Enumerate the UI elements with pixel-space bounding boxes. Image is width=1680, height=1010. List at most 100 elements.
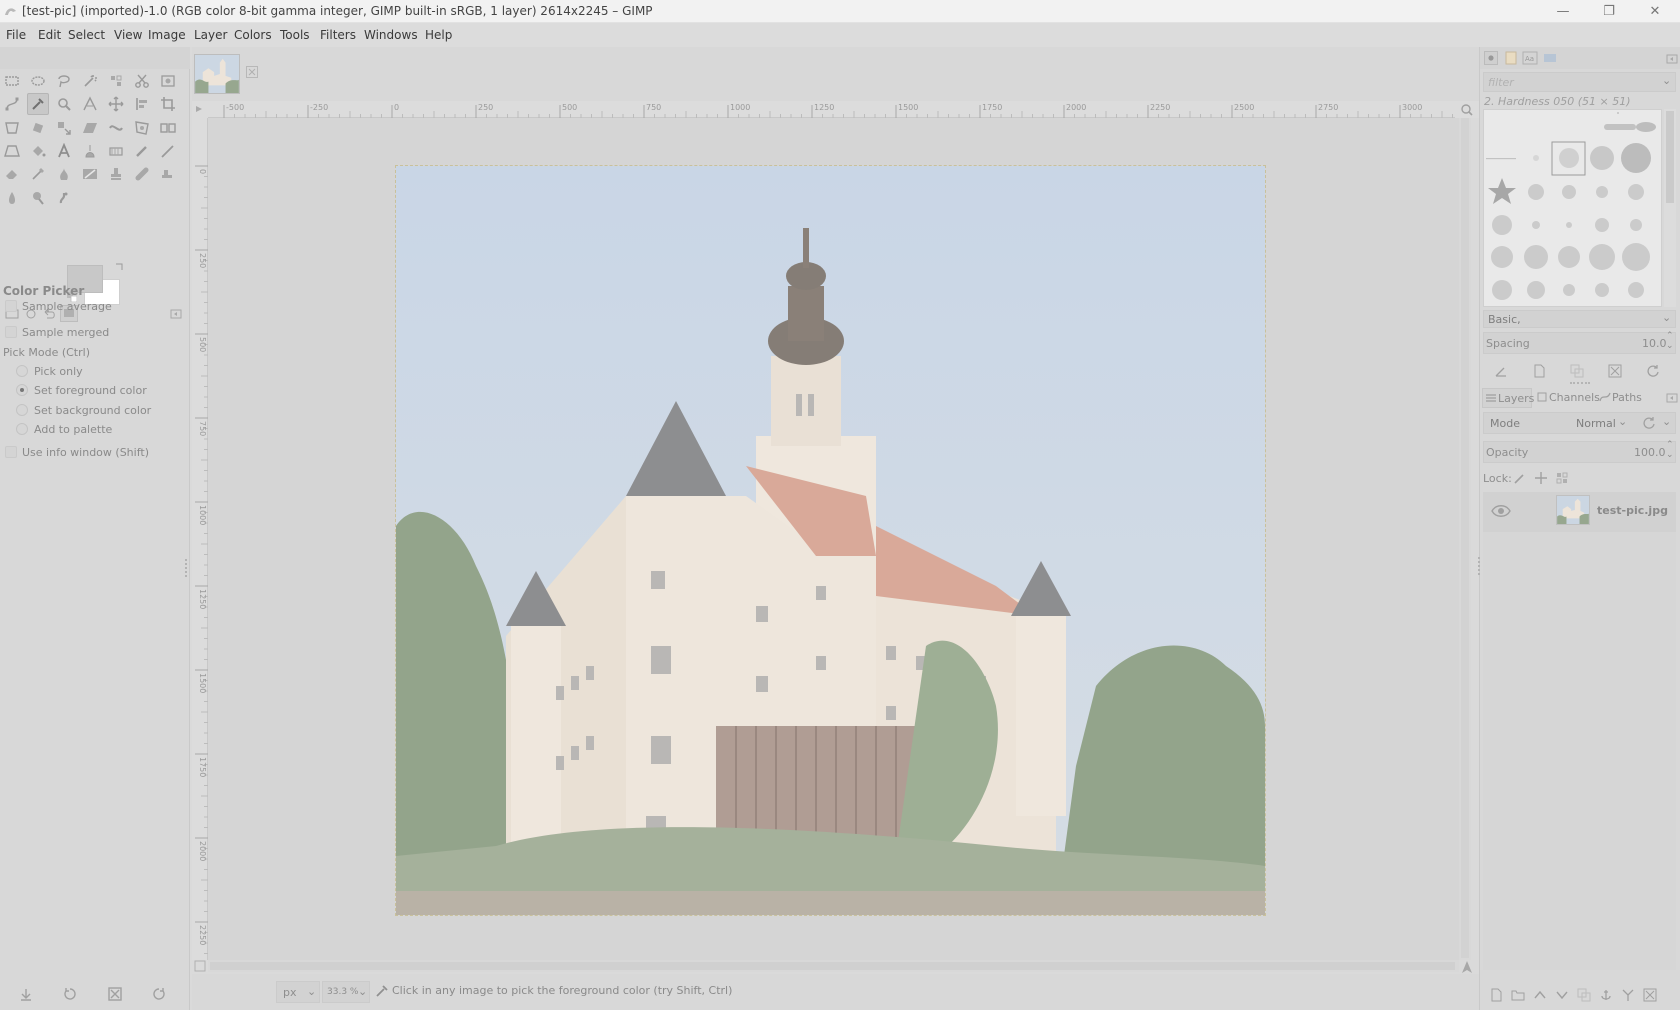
document-history-tab-icon[interactable] [1542, 51, 1558, 65]
brush-grid[interactable] [1483, 109, 1662, 307]
layer-visibility-eye-icon[interactable] [1491, 503, 1511, 519]
layer-mode-menu-chevron-icon[interactable]: ⌄ [1662, 415, 1671, 428]
layer-name[interactable]: test-pic.jpg [1597, 504, 1668, 517]
airbrush-icon[interactable] [27, 163, 49, 185]
paintbrush-icon[interactable] [157, 140, 179, 162]
menu-layer[interactable]: Layer [194, 28, 227, 42]
brush-filter-input[interactable]: filter ⌄ [1483, 72, 1676, 92]
cage-transform-icon[interactable] [131, 117, 153, 139]
minimize-button[interactable]: — [1540, 0, 1586, 23]
fonts-tab-icon[interactable]: Aa [1522, 51, 1538, 65]
new-layer-icon[interactable] [1489, 988, 1503, 1002]
layer-mode-select[interactable]: Mode Normal ⌄ ⌄ [1483, 412, 1676, 434]
measure-icon[interactable] [79, 93, 101, 115]
delete-layer-icon[interactable] [1643, 988, 1657, 1002]
clone-icon[interactable] [105, 163, 127, 185]
paths-icon[interactable] [1, 93, 23, 115]
dock-resize-handle[interactable] [1478, 557, 1482, 575]
maximize-button[interactable]: ❐ [1586, 0, 1632, 23]
zoom-icon[interactable] [53, 93, 75, 115]
fuzzy-select-icon[interactable] [79, 70, 101, 92]
heal-icon[interactable] [131, 163, 153, 185]
menu-windows[interactable]: Windows [364, 28, 418, 42]
spacing-field[interactable]: Spacing 10.0 ⌃ ⌄ [1483, 331, 1676, 354]
unit-select[interactable]: px ⌄ [276, 981, 320, 1003]
lock-alpha-icon[interactable] [1555, 471, 1569, 485]
ellipse-select-icon[interactable] [27, 70, 49, 92]
vertical-scroll-thumb[interactable] [1461, 118, 1469, 958]
dock-separator-handle[interactable] [1570, 382, 1590, 386]
canvas-area[interactable] [208, 118, 1459, 960]
layers-dock-configure-icon[interactable] [1666, 392, 1678, 404]
duplicate-layer-icon[interactable] [1577, 988, 1591, 1002]
lock-position-icon[interactable] [1534, 471, 1548, 485]
close-button[interactable]: ✕ [1632, 0, 1678, 23]
duplicate-brush-icon[interactable] [1570, 364, 1584, 378]
brush-grid-scrollbar[interactable] [1664, 109, 1676, 307]
menu-colors[interactable]: Colors [234, 28, 272, 42]
rotate-icon[interactable] [27, 117, 49, 139]
tab-layers[interactable]: Layers [1482, 388, 1534, 408]
select-by-color-icon[interactable] [105, 70, 127, 92]
text-icon[interactable] [53, 140, 75, 162]
menu-image[interactable]: Image [148, 28, 186, 42]
menu-help[interactable]: Help [425, 28, 452, 42]
warp-icon[interactable] [105, 117, 127, 139]
dodge-burn-icon[interactable] [27, 187, 49, 209]
tab-paths[interactable]: Paths [1597, 388, 1647, 408]
image-canvas[interactable] [396, 166, 1265, 915]
scale-icon[interactable] [53, 117, 75, 139]
smudge-icon[interactable] [53, 187, 75, 209]
perspective-icon[interactable] [1, 140, 23, 162]
crop-icon[interactable] [157, 93, 179, 115]
opacity-stepper-icon[interactable]: ⌃ ⌄ [1666, 440, 1674, 460]
save-options-icon[interactable] [18, 986, 34, 1002]
gradient-icon[interactable] [105, 140, 127, 162]
mypaint-brush-icon[interactable] [79, 163, 101, 185]
eraser-icon[interactable] [1, 163, 23, 185]
lower-layer-icon[interactable] [1555, 988, 1569, 1002]
brush-dock-configure-icon[interactable] [1666, 53, 1678, 65]
sample-merged-checkbox[interactable] [5, 326, 17, 338]
sample-average-checkbox[interactable] [5, 300, 17, 312]
anchor-layer-icon[interactable] [1599, 988, 1613, 1002]
set-background-radio[interactable] [16, 404, 28, 416]
flip-icon[interactable] [157, 117, 179, 139]
vertical-ruler[interactable]: 02505007501000125015001750200022502500 [192, 118, 208, 1010]
menu-edit[interactable]: Edit [38, 28, 61, 42]
add-to-palette-radio[interactable] [16, 423, 28, 435]
delete-brush-icon[interactable] [1608, 364, 1622, 378]
patterns-tab-icon[interactable] [1504, 51, 1518, 65]
menu-filters[interactable]: Filters [320, 28, 356, 42]
use-info-window-checkbox[interactable] [5, 446, 17, 458]
horizontal-ruler[interactable]: -500 -250 0 250 500 750 1000 1250 1500 1750 2000 22… [208, 101, 1474, 118]
zoom-to-fit-icon[interactable] [1455, 101, 1479, 118]
quick-mask-toggle[interactable] [192, 960, 208, 972]
unified-transform-icon[interactable] [1, 117, 23, 139]
lock-pixels-icon[interactable] [1513, 471, 1527, 485]
zoom-select[interactable]: 33.3 % ⌄ [322, 981, 370, 1003]
set-foreground-radio[interactable] [16, 384, 28, 396]
vertical-scrollbar[interactable] [1459, 118, 1471, 960]
menu-view[interactable]: View [114, 28, 142, 42]
reset-options-icon[interactable] [151, 986, 167, 1002]
swap-colors-icon[interactable] [115, 260, 124, 270]
ink-icon[interactable] [53, 163, 75, 185]
rect-select-icon[interactable] [1, 70, 23, 92]
refresh-brushes-icon[interactable] [1646, 364, 1660, 378]
lasso-icon[interactable] [53, 70, 75, 92]
navigate-icon[interactable] [1459, 960, 1475, 974]
foreground-select-icon[interactable] [157, 70, 179, 92]
merge-layer-icon[interactable] [1621, 988, 1635, 1002]
color-picker-icon[interactable] [27, 93, 49, 115]
scissors-icon[interactable] [131, 70, 153, 92]
raise-layer-icon[interactable] [1533, 988, 1547, 1002]
horizontal-scroll-thumb[interactable] [210, 962, 1455, 970]
delete-options-icon[interactable] [107, 986, 123, 1002]
horizontal-scrollbar[interactable] [208, 960, 1459, 972]
perspective-clone-icon[interactable] [157, 163, 179, 185]
image-tab-thumbnail[interactable] [194, 54, 240, 94]
tab-channels[interactable]: Channels [1534, 388, 1600, 408]
bucket-fill-icon[interactable] [27, 140, 49, 162]
blur-icon[interactable] [1, 187, 23, 209]
